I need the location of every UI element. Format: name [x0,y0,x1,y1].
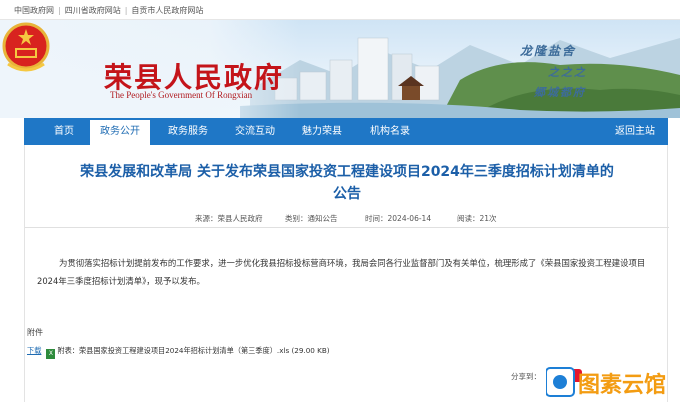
slogan-line-2: 之之之 [548,66,587,79]
nav-item-interaction[interactable]: 交流互动 [224,118,286,145]
excel-file-icon: X [46,349,56,359]
download-link[interactable]: 下载 [27,346,41,355]
article-body: 为贯彻落实招标计划提前发布的工作要求，进一步优化我县招标投标营商环境，我局会同各… [37,258,646,286]
nav-item-gov-affairs[interactable]: 政务公开 [90,118,150,145]
article-title: 荣县发展和改革局 关于发布荣县国家投资工程建设项目2024年三季度招标计划清单的… [25,161,669,205]
watermark-text: 图素云馆 [578,372,666,398]
link-zigong[interactable]: 自贡市人民政府网站 [131,6,203,15]
meta-category: 类别：通知公告 [285,214,338,223]
article-meta: 来源：荣县人民政府 类别：通知公告 时间：2024-06-14 阅读：21次 [25,213,669,225]
watermark: 图素云馆 [546,367,666,398]
share-label: 分享到： [511,372,541,381]
top-link-bar: 中国政府网 | 四川省政府网站 | 自贡市人民政府网站 [0,0,680,20]
slogan-line-1: 龙隆盐舍 [520,44,577,58]
attachment-row: 下载 X 附表：荣县国家投资工程建设项目2024年招标计划清单（第三季度）.xls … [27,346,330,359]
banner-slogan: 龙隆盐舍 之之之 郷城都府 [520,42,620,112]
link-separator: | [58,6,61,15]
attachment-heading: 附件 [27,328,43,337]
nav-item-charm[interactable]: 魅力荣县 [292,118,352,145]
link-sichuan[interactable]: 四川省政府网站 [65,6,121,15]
external-links: 中国政府网 | 四川省政府网站 | 自贡市人民政府网站 [14,5,203,16]
national-emblem-icon [2,22,50,72]
site-subtitle: The People's Government Of Rongxian [110,90,253,100]
article-title-line-2: 公告 [333,186,361,202]
attachment-file-name[interactable]: 附表：荣县国家投资工程建设项目2024年招标计划清单（第三季度）.xls (29… [57,346,329,355]
link-separator: | [124,6,128,15]
site-banner: 荣县人民政府 The People's Government Of Rongxi… [0,20,680,118]
meta-source: 来源：荣县人民政府 [195,214,263,223]
link-gov-cn[interactable]: 中国政府网 [14,6,54,15]
main-nav: 首页 政务公开 政务服务 交流互动 魅力荣县 机构名录 返回主站 [24,118,668,145]
back-to-main-link[interactable]: 返回主站 [610,118,660,145]
article-title-line-1: 荣县发展和改革局 关于发布荣县国家投资工程建设项目2024年三季度招标计划清单的 [80,164,614,180]
meta-views: 阅读：21次 [457,214,497,223]
meta-date: 时间：2024-06-14 [365,214,432,223]
nav-item-home[interactable]: 首页 [34,118,94,145]
nav-item-gov-services[interactable]: 政务服务 [158,118,218,145]
meta-divider [25,227,669,228]
slogan-line-3: 郷城都府 [534,86,586,99]
nav-item-directory[interactable]: 机构名录 [360,118,420,145]
